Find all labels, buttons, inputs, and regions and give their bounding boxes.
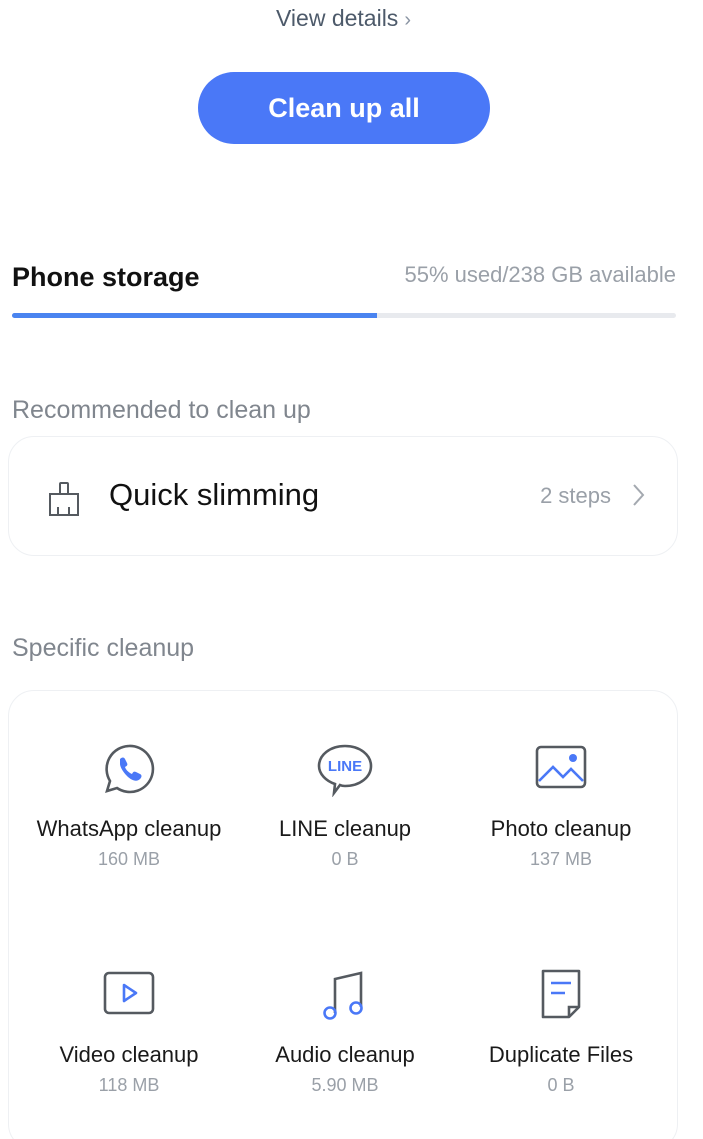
recommended-heading: Recommended to clean up <box>12 396 311 424</box>
specific-heading: Specific cleanup <box>12 634 195 662</box>
view-details-label: View details <box>276 5 399 31</box>
video-cleanup-tile[interactable]: Video cleanup 118 MB <box>21 967 237 1096</box>
svg-text:LINE: LINE <box>328 758 362 775</box>
whatsapp-cleanup-label: WhatsApp cleanup <box>36 816 222 841</box>
storage-progress-fill <box>12 313 378 318</box>
view-details-link[interactable]: View details › <box>0 2 687 36</box>
photo-cleanup-size: 137 MB <box>529 849 593 869</box>
line-cleanup-label: LINE cleanup <box>278 816 412 841</box>
chevron-right-icon <box>631 483 645 512</box>
video-icon <box>21 967 237 1023</box>
broom-icon <box>47 481 81 522</box>
whatsapp-cleanup-size: 160 MB <box>97 849 161 869</box>
duplicate-files-label: Duplicate Files <box>488 1042 634 1067</box>
quick-slimming-steps: 2 steps <box>540 483 611 508</box>
photo-cleanup-tile[interactable]: Photo cleanup 137 MB <box>453 741 669 870</box>
quick-slimming-title: Quick slimming <box>109 477 320 512</box>
duplicate-file-icon <box>453 967 669 1023</box>
photo-icon <box>453 741 669 797</box>
storage-info: 55% used/238 GB available <box>404 262 676 287</box>
video-cleanup-size: 118 MB <box>98 1075 160 1095</box>
audio-cleanup-label: Audio cleanup <box>275 1042 415 1067</box>
audio-icon <box>237 967 453 1023</box>
photo-cleanup-label: Photo cleanup <box>490 816 632 841</box>
line-cleanup-size: 0 B <box>331 849 359 869</box>
chevron-right-icon: › <box>404 9 411 31</box>
whatsapp-cleanup-tile[interactable]: WhatsApp cleanup 160 MB <box>21 741 237 870</box>
line-icon: LINE <box>237 741 453 797</box>
duplicate-files-tile[interactable]: Duplicate Files 0 B <box>453 967 669 1096</box>
quick-slimming-card[interactable]: Quick slimming 2 steps <box>8 436 678 556</box>
storage-progress-bar <box>12 313 676 318</box>
audio-cleanup-size: 5.90 MB <box>311 1075 379 1095</box>
specific-cleanup-card: WhatsApp cleanup 160 MB LINE LINE cleanu… <box>8 690 678 1139</box>
audio-cleanup-tile[interactable]: Audio cleanup 5.90 MB <box>237 967 453 1096</box>
clean-up-all-button[interactable]: Clean up all <box>198 72 490 144</box>
storage-title: Phone storage <box>12 262 200 292</box>
line-cleanup-tile[interactable]: LINE LINE cleanup 0 B <box>237 741 453 870</box>
video-cleanup-label: Video cleanup <box>59 1042 199 1067</box>
whatsapp-icon <box>21 741 237 797</box>
storage-cleanup-screen: View details › Clean up all Phone storage… <box>0 0 703 1139</box>
duplicate-files-size: 0 B <box>547 1075 575 1095</box>
